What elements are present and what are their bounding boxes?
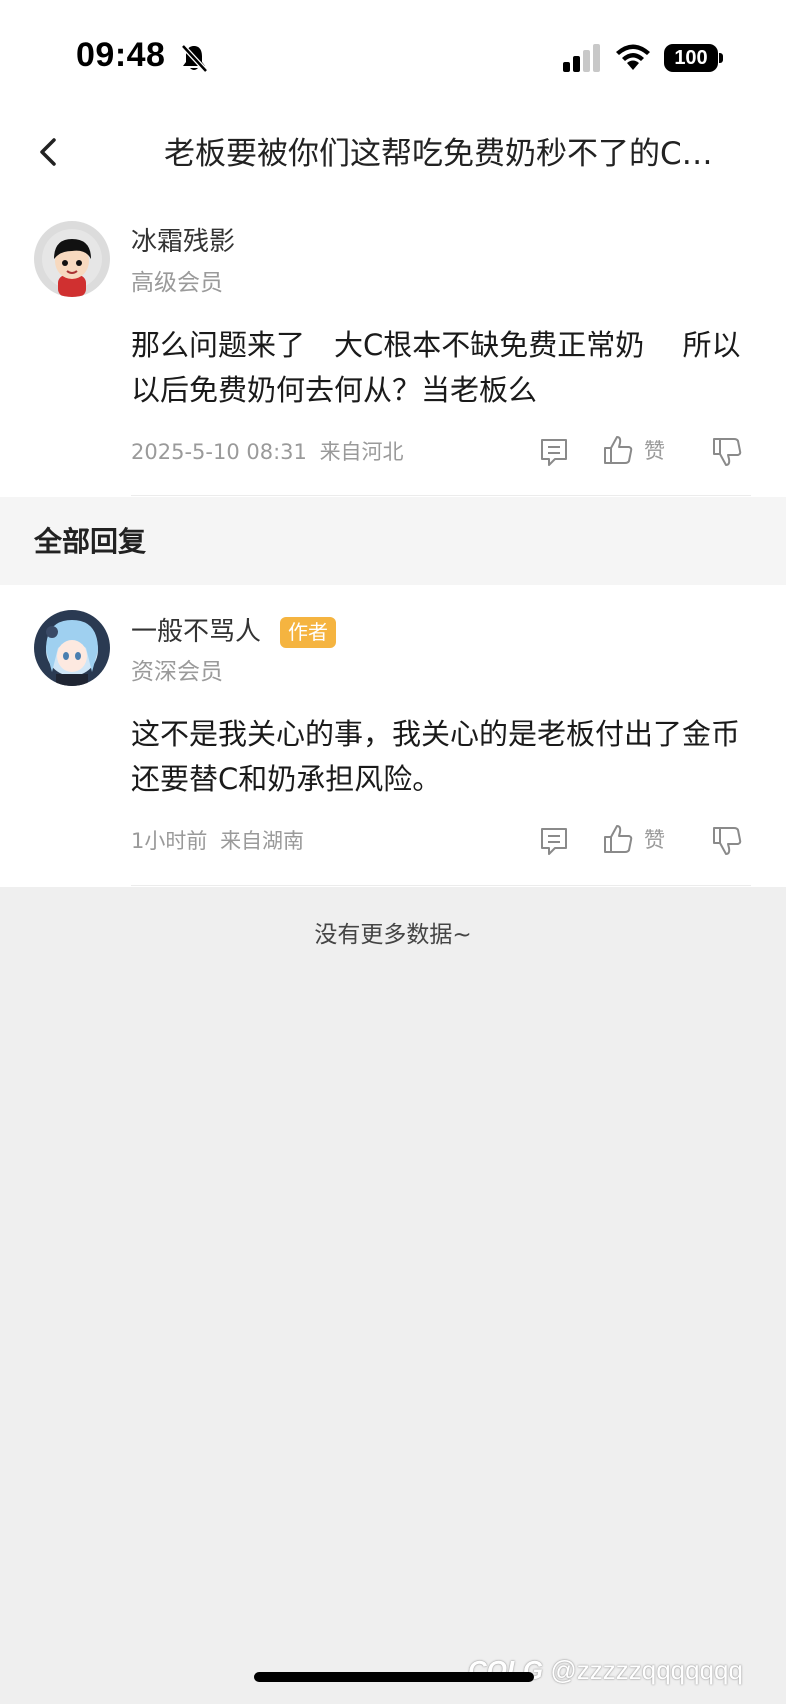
- page: 09:48 100 老板要被你们这帮吃免费奶秒不了的C… 冰霜残影 高级会员 那…: [0, 0, 786, 1704]
- comment-content: 那么问题来了 大C根本不缺免费正常奶 所以以后免费奶何去何从？当老板么: [131, 328, 741, 407]
- member-level: 资深会员: [131, 659, 223, 685]
- battery-tip: [719, 53, 723, 63]
- thumbs-down-icon[interactable]: [711, 825, 743, 857]
- thumbs-up-icon[interactable]: [602, 434, 634, 466]
- wifi-icon: [616, 44, 650, 70]
- avatar[interactable]: [34, 610, 110, 686]
- home-indicator[interactable]: [254, 1672, 534, 1682]
- thumbs-down-icon[interactable]: [711, 436, 743, 468]
- reply-meta: 1小时前 来自湖南: [131, 826, 304, 856]
- comment-timestamp: 2025-5-10 08:31: [131, 440, 307, 464]
- reply-content: 这不是我关心的事，我关心的是老板付出了金币还要替C和奶承担风险。: [131, 717, 741, 796]
- divider: [131, 885, 751, 886]
- like-label[interactable]: 赞: [644, 825, 665, 855]
- status-bar: 09:48 100: [0, 0, 786, 115]
- avatar-anime-girl-icon: [34, 610, 110, 686]
- reply-timestamp: 1小时前: [131, 829, 208, 853]
- status-time: 09:48: [76, 36, 166, 74]
- cellular-signal-icon: [563, 44, 600, 72]
- like-label[interactable]: 赞: [644, 436, 665, 466]
- comment-meta: 2025-5-10 08:31 来自河北: [131, 437, 404, 467]
- thumbs-up-icon[interactable]: [602, 823, 634, 855]
- reply-comment-icon[interactable]: [538, 436, 570, 468]
- reply-comment-icon[interactable]: [538, 825, 570, 857]
- watermark: COLG @zzzzzqqqqqqq: [468, 1652, 743, 1688]
- divider: [131, 495, 751, 496]
- member-level: 高级会员: [131, 270, 223, 296]
- battery-icon: 100: [664, 44, 718, 72]
- comment-username[interactable]: 冰霜残影: [131, 224, 235, 260]
- author-badge: 作者: [280, 617, 336, 648]
- section-title: 全部回复: [34, 525, 147, 558]
- reply-location: 来自湖南: [220, 829, 305, 853]
- no-more-data-text: 没有更多数据~: [314, 922, 472, 948]
- avatar[interactable]: [34, 221, 110, 297]
- comment-location: 来自河北: [319, 440, 404, 464]
- watermark-handle: @zzzzzqqqqqqq: [550, 1655, 743, 1685]
- reply-username[interactable]: 一般不骂人: [131, 614, 261, 650]
- page-title: 老板要被你们这帮吃免费奶秒不了的C…: [164, 136, 713, 172]
- bell-muted-icon: [181, 44, 208, 73]
- back-arrow-icon[interactable]: [34, 132, 64, 172]
- avatar-cartoon-boy-icon: [34, 221, 110, 297]
